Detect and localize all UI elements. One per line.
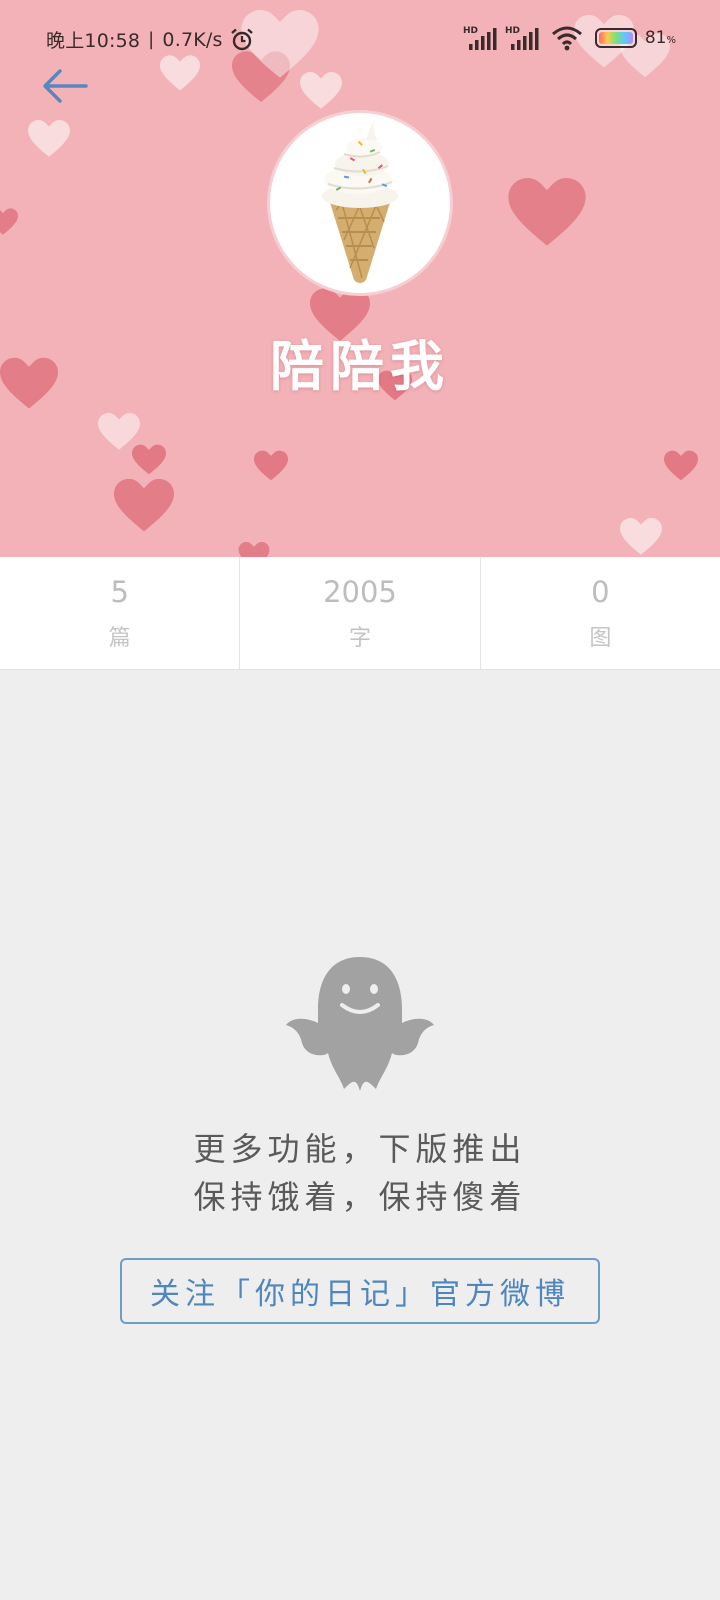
heart-decoration-icon bbox=[620, 518, 662, 556]
heart-decoration-icon bbox=[114, 478, 174, 534]
heart-decoration-icon bbox=[0, 198, 18, 246]
heart-decoration-icon bbox=[28, 120, 70, 158]
wifi-icon bbox=[551, 26, 582, 51]
status-bar: 晚上10:58 | 0.7K/s HD HD 81% bbox=[0, 0, 720, 78]
ice-cream-avatar bbox=[322, 120, 398, 283]
username: 陪陪我 bbox=[270, 335, 450, 398]
heart-decoration-icon bbox=[664, 450, 698, 482]
status-right: HD HD 81% bbox=[463, 24, 676, 52]
heart-decoration-icon bbox=[132, 444, 166, 476]
follow-weibo-button[interactable]: 关注「你的日记」官方微博 bbox=[120, 1258, 600, 1324]
alarm-icon bbox=[230, 28, 253, 50]
signal-icon: HD bbox=[505, 26, 539, 50]
status-separator: | bbox=[148, 29, 155, 50]
stat-articles[interactable]: 5 篇 bbox=[0, 557, 241, 669]
stat-articles-value: 5 bbox=[110, 575, 129, 609]
ghost-icon bbox=[286, 957, 434, 1091]
stats-bar: 5 篇 2005 字 0 图 bbox=[0, 557, 720, 670]
heart-decoration-icon bbox=[508, 178, 586, 248]
status-left: 晚上10:58 | 0.7K/s bbox=[46, 26, 255, 53]
svg-text:HD: HD bbox=[505, 26, 520, 36]
stat-images-value: 0 bbox=[591, 575, 610, 609]
empty-message-line2: 保持饿着，保持傻着 bbox=[193, 1178, 527, 1216]
stat-words-value: 2005 bbox=[323, 575, 397, 609]
heart-decoration-icon bbox=[238, 542, 270, 557]
stat-words[interactable]: 2005 字 bbox=[240, 557, 481, 669]
svg-text:HD: HD bbox=[463, 26, 478, 36]
stat-images-label: 图 bbox=[589, 626, 612, 651]
stat-images[interactable]: 0 图 bbox=[481, 557, 720, 669]
heart-decoration-icon bbox=[254, 450, 288, 482]
status-time: 晚上10:58 bbox=[46, 30, 141, 52]
status-network-speed: 0.7K/s bbox=[162, 28, 223, 51]
back-button[interactable] bbox=[40, 66, 90, 106]
battery-icon bbox=[594, 28, 637, 48]
profile-header: 晚上10:58 | 0.7K/s HD HD 81% 陪陪我 bbox=[0, 0, 720, 557]
stat-words-label: 字 bbox=[348, 626, 371, 651]
avatar[interactable] bbox=[267, 110, 453, 296]
empty-message-line1: 更多功能，下版推出 bbox=[193, 1130, 527, 1168]
signal-icon: HD bbox=[463, 26, 497, 50]
battery-percent: 81% bbox=[644, 28, 676, 48]
stat-articles-label: 篇 bbox=[108, 626, 131, 651]
back-arrow-icon bbox=[43, 69, 88, 103]
